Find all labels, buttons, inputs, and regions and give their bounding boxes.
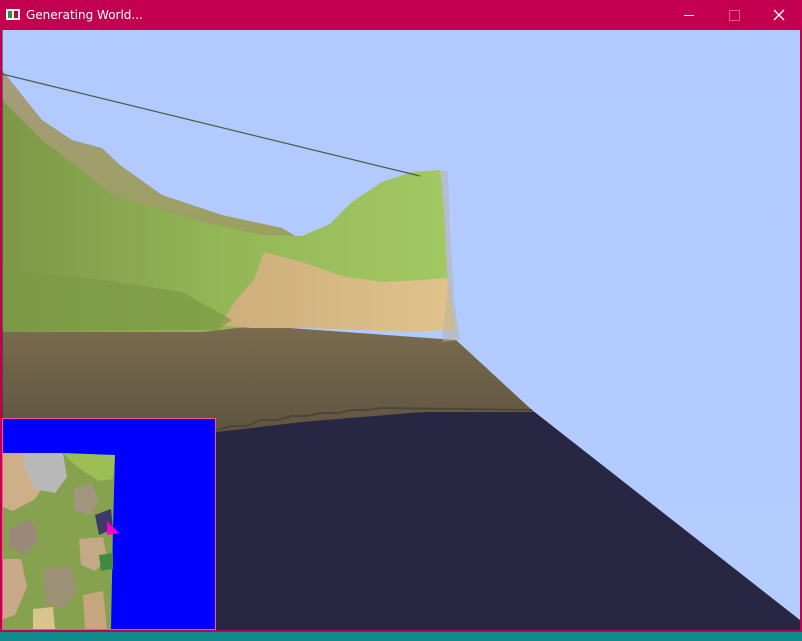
app-icon [6, 9, 20, 20]
window-title: Generating World... [26, 8, 143, 22]
app-window: Generating World... [0, 0, 802, 632]
close-button[interactable] [756, 0, 802, 30]
minimize-icon [684, 15, 694, 16]
taskbar-strip [0, 632, 802, 641]
minimize-button[interactable] [666, 0, 712, 30]
close-icon [773, 9, 785, 21]
minimap[interactable] [2, 418, 216, 630]
maximize-button [712, 0, 758, 30]
title-bar[interactable]: Generating World... [0, 0, 802, 30]
minimap-terrain [3, 419, 215, 629]
maximize-icon [729, 10, 740, 21]
game-viewport[interactable] [2, 30, 800, 630]
